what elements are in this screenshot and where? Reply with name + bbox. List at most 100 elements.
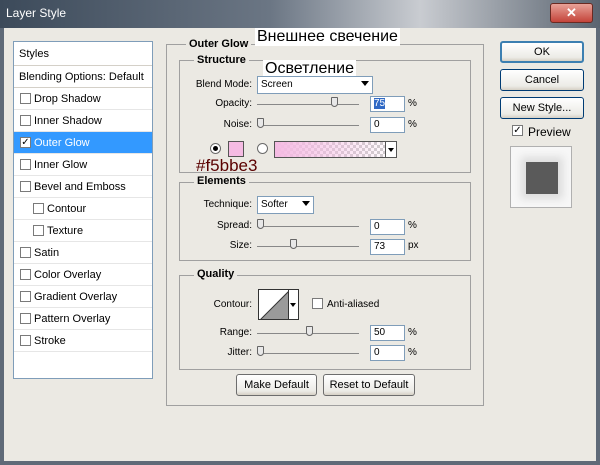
style-item-label: Contour: [47, 203, 87, 215]
jitter-label: Jitter:: [227, 347, 252, 358]
range-slider-thumb[interactable]: [306, 326, 313, 336]
style-item-label: Drop Shadow: [34, 93, 101, 105]
bevel-emboss-checkbox[interactable]: [20, 181, 31, 192]
spread-slider[interactable]: [257, 219, 359, 229]
range-slider[interactable]: [257, 326, 359, 336]
style-item-bevel-emboss[interactable]: Bevel and Emboss: [14, 176, 152, 198]
style-item-pattern-overlay[interactable]: Pattern Overlay: [14, 308, 152, 330]
texture-checkbox[interactable]: [33, 225, 44, 236]
jitter-value: 0: [374, 347, 380, 358]
jitter-input[interactable]: 0: [370, 345, 405, 361]
contour-curve-icon: [260, 291, 288, 319]
contour-dropdown-button[interactable]: [288, 289, 299, 320]
jitter-slider[interactable]: [257, 346, 359, 356]
styles-header[interactable]: Styles: [14, 42, 152, 66]
new-style-button[interactable]: New Style...: [500, 97, 584, 119]
reset-to-default-button[interactable]: Reset to Default: [323, 374, 415, 396]
frame-right: [596, 28, 600, 465]
opacity-value: 75: [374, 98, 386, 109]
cancel-button[interactable]: Cancel: [500, 69, 584, 91]
color-overlay-checkbox[interactable]: [20, 269, 31, 280]
blending-options-item[interactable]: Blending Options: Default: [14, 66, 152, 88]
styles-list: Styles Blending Options: Default Drop Sh…: [13, 41, 153, 379]
style-item-inner-shadow[interactable]: Inner Shadow: [14, 110, 152, 132]
style-item-color-overlay[interactable]: Color Overlay: [14, 264, 152, 286]
opacity-slider-thumb[interactable]: [331, 97, 338, 107]
frame-bottom: [0, 461, 600, 465]
range-value: 50: [374, 327, 386, 338]
style-item-label: Inner Glow: [34, 159, 88, 171]
technique-select[interactable]: Softer: [257, 196, 314, 214]
size-slider-thumb[interactable]: [290, 239, 297, 249]
chevron-down-icon: [302, 201, 310, 206]
inner-shadow-checkbox[interactable]: [20, 115, 31, 126]
size-value: 73: [374, 241, 386, 252]
quality-title: Quality: [194, 268, 238, 280]
style-item-drop-shadow[interactable]: Drop Shadow: [14, 88, 152, 110]
blend-mode-select[interactable]: Screen: [257, 76, 373, 94]
size-label: Size:: [229, 240, 252, 251]
anti-aliased-checkbox[interactable]: [312, 298, 323, 309]
outer-glow-checkbox[interactable]: ✓: [20, 137, 31, 148]
glow-gradient-picker[interactable]: [274, 141, 396, 158]
pattern-overlay-checkbox[interactable]: [20, 313, 31, 324]
noise-value: 0: [374, 119, 380, 130]
opacity-input[interactable]: 75: [370, 96, 405, 112]
jitter-slider-thumb[interactable]: [257, 346, 264, 356]
style-item-gradient-overlay[interactable]: Gradient Overlay: [14, 286, 152, 308]
solid-color-radio[interactable]: [210, 143, 221, 154]
spread-slider-thumb[interactable]: [257, 219, 264, 229]
window-title: Layer Style: [6, 6, 67, 20]
style-item-satin[interactable]: Satin: [14, 242, 152, 264]
noise-slider-thumb[interactable]: [257, 118, 264, 128]
spread-unit: %: [408, 220, 417, 231]
opacity-slider[interactable]: [257, 97, 359, 107]
gradient-radio[interactable]: [257, 143, 268, 154]
spread-input[interactable]: 0: [370, 219, 405, 235]
size-slider[interactable]: [257, 239, 359, 249]
make-default-button[interactable]: Make Default: [236, 374, 317, 396]
elements-title: Elements: [194, 175, 249, 187]
style-item-texture[interactable]: Texture: [14, 220, 152, 242]
style-item-contour[interactable]: Contour: [14, 198, 152, 220]
glow-color-swatch[interactable]: [228, 141, 244, 157]
drop-shadow-checkbox[interactable]: [20, 93, 31, 104]
stroke-checkbox[interactable]: [20, 335, 31, 346]
technique-label: Technique:: [203, 199, 252, 210]
noise-unit: %: [408, 119, 417, 130]
size-input[interactable]: 73: [370, 239, 405, 255]
spread-label: Spread:: [216, 220, 252, 231]
preview-label: Preview: [528, 125, 571, 139]
contour-checkbox[interactable]: [33, 203, 44, 214]
contour-preview[interactable]: [258, 289, 289, 320]
style-item-inner-glow[interactable]: Inner Glow: [14, 154, 152, 176]
style-item-label: Color Overlay: [34, 269, 102, 281]
anti-aliased-label: Anti-aliased: [327, 299, 380, 310]
outer-glow-title: Outer Glow: [186, 38, 252, 50]
style-item-label: Gradient Overlay: [34, 291, 118, 303]
style-item-label: Bevel and Emboss: [34, 181, 126, 193]
chevron-down-icon: [361, 81, 369, 86]
noise-slider[interactable]: [257, 118, 359, 128]
gradient-overlay-checkbox[interactable]: [20, 291, 31, 302]
style-item-label: Pattern Overlay: [34, 313, 111, 325]
gradient-dropdown-button[interactable]: [385, 141, 397, 158]
noise-input[interactable]: 0: [370, 117, 405, 133]
ok-button[interactable]: OK: [500, 41, 584, 63]
inner-glow-checkbox[interactable]: [20, 159, 31, 170]
structure-title: Structure: [194, 54, 249, 66]
style-item-stroke[interactable]: Stroke: [14, 330, 152, 352]
size-unit: px: [408, 240, 419, 251]
blend-mode-label: Blend Mode:: [195, 79, 252, 90]
range-input[interactable]: 50: [370, 325, 405, 341]
opacity-label: Opacity:: [215, 98, 252, 109]
preview-checkbox[interactable]: ✓: [512, 125, 523, 136]
frame-left: [0, 28, 4, 465]
close-button[interactable]: ✕: [550, 3, 593, 23]
style-item-outer-glow[interactable]: ✓ Outer Glow: [14, 132, 152, 154]
satin-checkbox[interactable]: [20, 247, 31, 258]
opacity-unit: %: [408, 98, 417, 109]
range-label: Range:: [219, 327, 252, 338]
title-bar: Layer Style ✕: [0, 0, 600, 28]
jitter-unit: %: [408, 347, 417, 358]
